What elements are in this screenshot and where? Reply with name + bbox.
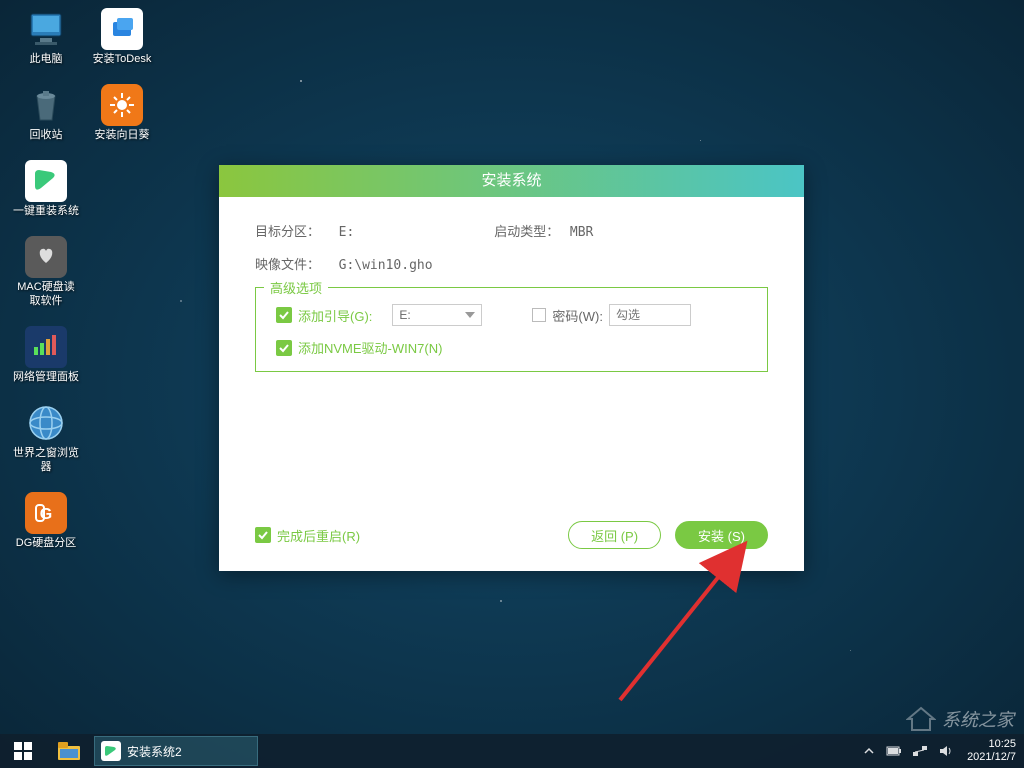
install-button[interactable]: 安装 (S) bbox=[675, 521, 768, 549]
restart-label: 完成后重启(R) bbox=[277, 526, 360, 545]
nvme-label: 添加NVME驱动-WIN7(N) bbox=[298, 338, 442, 357]
restart-after-row: 完成后重启(R) bbox=[255, 526, 360, 545]
network-icon[interactable] bbox=[912, 744, 928, 758]
password-label: 密码(W): bbox=[552, 306, 603, 325]
dialog-title: 安装系统 bbox=[219, 165, 804, 197]
restart-checkbox[interactable] bbox=[255, 527, 271, 543]
tray-date: 2021/12/7 bbox=[967, 751, 1016, 764]
desktop-icon-browser[interactable]: 世界之窗浏览器 bbox=[12, 402, 80, 474]
desktop-icon-sunflower[interactable]: 安装向日葵 bbox=[88, 84, 156, 142]
desktop-icon-todesk[interactable]: 安装ToDesk bbox=[88, 8, 156, 66]
desktop-icon-label: 安装ToDesk bbox=[88, 52, 156, 66]
boot-type-label: 启动类型： bbox=[494, 221, 566, 240]
password-checkbox[interactable] bbox=[532, 308, 546, 322]
desktop-icon-mac-disk[interactable]: MAC硬盘读取软件 bbox=[12, 236, 80, 308]
task-label: 安装系统2 bbox=[127, 743, 182, 760]
advanced-legend: 高级选项 bbox=[264, 278, 328, 297]
desktop-icon-label: 安装向日葵 bbox=[88, 128, 156, 142]
desktop-icon-label: 网络管理面板 bbox=[12, 370, 80, 384]
nvme-checkbox[interactable] bbox=[276, 340, 292, 356]
desktop-icon-recycle-bin[interactable]: 回收站 bbox=[12, 84, 80, 142]
desktop-icon-this-pc[interactable]: 此电脑 bbox=[12, 8, 80, 66]
boot-type-value: MBR bbox=[570, 225, 593, 240]
volume-icon[interactable] bbox=[938, 744, 952, 758]
tray-time: 10:25 bbox=[967, 738, 1016, 751]
target-partition-value: E: bbox=[339, 225, 439, 240]
desktop-icon-reinstall[interactable]: 一键重装系统 bbox=[12, 160, 80, 218]
desktop-icon-label: 一键重装系统 bbox=[12, 204, 80, 218]
desktop-icon-label: 此电脑 bbox=[12, 52, 80, 66]
add-boot-checkbox[interactable] bbox=[276, 307, 292, 323]
image-file-value: G:\win10.gho bbox=[339, 258, 433, 273]
desktop-icons: 此电脑 回收站 一键重装系统 MAC硬盘读取软件 网络管理面板 世界之窗浏览器 … bbox=[12, 8, 168, 568]
file-explorer-button[interactable] bbox=[46, 734, 92, 768]
taskbar: 安装系统2 10:25 2021/12/7 bbox=[0, 734, 1024, 768]
chevron-down-icon bbox=[465, 312, 475, 318]
task-app-icon bbox=[101, 741, 121, 761]
desktop-icon-label: 回收站 bbox=[12, 128, 80, 142]
desktop-icon-label: 世界之窗浏览器 bbox=[12, 446, 80, 474]
image-file-label: 映像文件： bbox=[255, 254, 335, 273]
desktop-icon-label: DG硬盘分区 bbox=[12, 536, 80, 550]
taskbar-task-install[interactable]: 安装系统2 bbox=[94, 736, 258, 766]
image-file-row: 映像文件： G:\win10.gho bbox=[255, 254, 768, 273]
add-boot-label: 添加引导(G): bbox=[298, 306, 372, 325]
start-button[interactable] bbox=[0, 734, 46, 768]
add-boot-drive-value: E: bbox=[399, 308, 410, 322]
desktop-icon-dg-partition[interactable]: G DG硬盘分区 bbox=[12, 492, 80, 550]
target-partition-label: 目标分区： bbox=[255, 221, 335, 240]
tray-up-icon[interactable] bbox=[862, 744, 876, 758]
battery-icon[interactable] bbox=[886, 744, 902, 758]
install-dialog: 安装系统 目标分区： E: 启动类型： MBR 映像文件： G:\win10.g… bbox=[219, 165, 804, 571]
add-boot-drive-dropdown[interactable]: E: bbox=[392, 304, 482, 326]
password-input[interactable] bbox=[609, 304, 691, 326]
system-tray: 10:25 2021/12/7 bbox=[857, 734, 1016, 768]
desktop-icon-label: MAC硬盘读取软件 bbox=[12, 280, 80, 308]
back-button[interactable]: 返回 (P) bbox=[568, 521, 661, 549]
watermark: 系统之家 bbox=[906, 706, 1014, 732]
tray-clock[interactable]: 10:25 2021/12/7 bbox=[967, 738, 1016, 764]
desktop-icon-network-panel[interactable]: 网络管理面板 bbox=[12, 326, 80, 384]
target-partition-row: 目标分区： E: 启动类型： MBR bbox=[255, 221, 768, 240]
advanced-options-fieldset: 高级选项 添加引导(G): E: 密码(W): 添加NVME驱动-WIN7(N) bbox=[255, 287, 768, 372]
